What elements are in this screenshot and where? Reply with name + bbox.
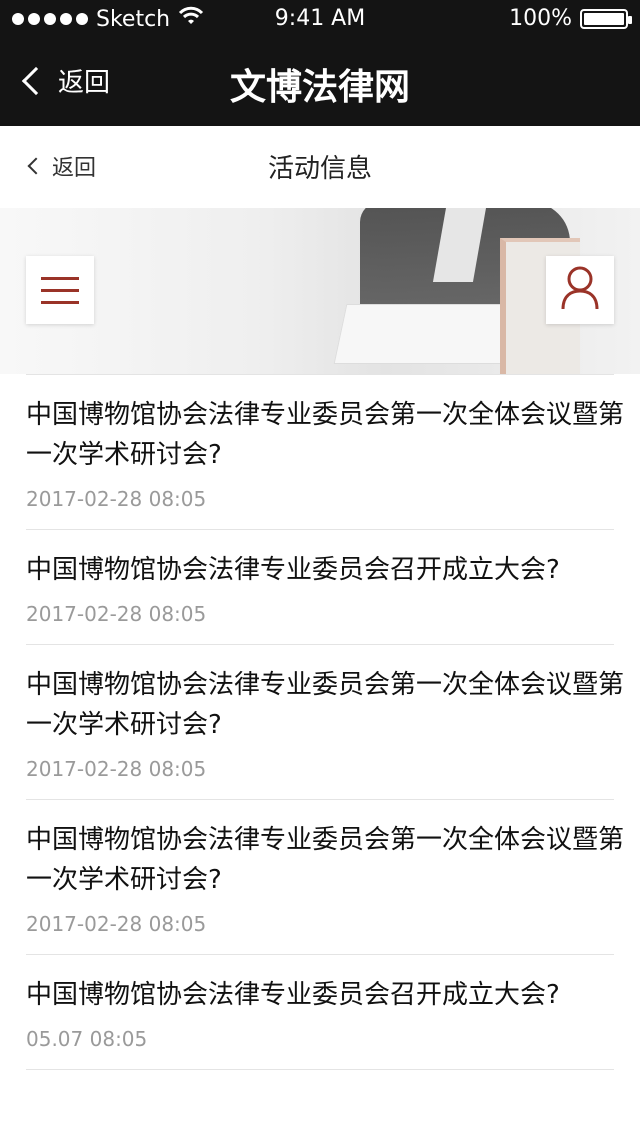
article-title: 中国博物馆协会法律专业委员会召开成立大会? xyxy=(26,980,560,1010)
banner-image xyxy=(0,208,640,374)
list-item[interactable]: 中国博物馆协会法律专业委员会召开成立大会? 2017-02-28 08:05 xyxy=(26,530,614,645)
battery-percent: 100% xyxy=(509,6,572,31)
article-title: 中国博物馆协会法律专业委员会第一次全体会议暨第一次学术研讨会? xyxy=(26,825,625,895)
article-date: 2017-02-28 08:05 xyxy=(26,757,207,781)
article-title: 中国博物馆协会法律专业委员会第一次全体会议暨第一次学术研讨会? xyxy=(26,400,625,470)
article-date: 2017-02-28 08:05 xyxy=(26,602,207,626)
menu-icon-line xyxy=(41,288,79,292)
user-button[interactable] xyxy=(546,256,614,324)
status-bar: Sketch 9:41 AM 100% xyxy=(0,0,640,40)
list-item[interactable]: 中国博物馆协会法律专业委员会第一次全体会议暨第一次学术研讨会? 2017-02-… xyxy=(26,374,624,530)
menu-icon xyxy=(41,276,79,280)
article-date: 2017-02-28 08:05 xyxy=(26,912,207,936)
menu-button[interactable] xyxy=(26,256,94,324)
sub-header: 返回 活动信息 xyxy=(0,126,640,208)
status-right: 100% xyxy=(509,6,632,31)
top-bar: Sketch 9:41 AM 100% 返回 文博法律网 xyxy=(0,0,640,126)
article-date: 05.07 08:05 xyxy=(26,1027,148,1051)
banner-decor xyxy=(333,304,517,364)
battery-icon xyxy=(580,8,632,29)
page-title: 活动信息 xyxy=(267,154,372,184)
list-item[interactable]: 中国博物馆协会法律专业委员会第一次全体会议暨第一次学术研讨会? 2017-02-… xyxy=(26,645,624,800)
user-icon xyxy=(560,265,600,315)
app-title: 文博法律网 xyxy=(229,67,410,108)
list-item[interactable]: 中国博物馆协会法律专业委员会第一次全体会议暨第一次学术研讨会? 2017-02-… xyxy=(26,800,624,955)
article-title: 中国博物馆协会法律专业委员会第一次全体会议暨第一次学术研讨会? xyxy=(26,670,625,740)
article-list: 中国博物馆协会法律专业委员会第一次全体会议暨第一次学术研讨会? 2017-02-… xyxy=(26,374,624,1070)
list-item[interactable]: 中国博物馆协会法律专业委员会召开成立大会? 05.07 08:05 xyxy=(26,955,614,1070)
menu-icon-line xyxy=(41,300,79,304)
main-navbar: 返回 文博法律网 xyxy=(0,40,640,126)
article-title: 中国博物馆协会法律专业委员会召开成立大会? xyxy=(26,555,560,585)
article-date: 2017-02-28 08:05 xyxy=(26,487,207,511)
